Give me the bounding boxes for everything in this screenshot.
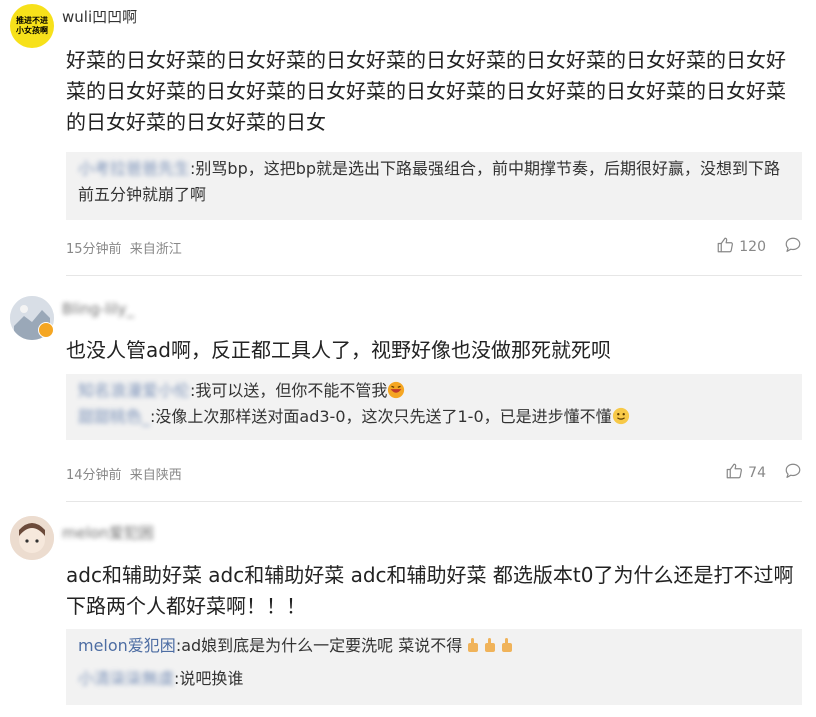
comment-body: 好菜的日女好菜的日女好菜的日女好菜的日女好菜的日女好菜的日女好菜的日女好菜的日女… [66, 48, 786, 134]
reply-text: :没像上次那样送对面ad3-0，这次只先送了1-0，已是进步懂不懂 [150, 407, 612, 426]
reply-username[interactable]: 小考拉爸爸先生 [78, 159, 190, 178]
like-count: 120 [739, 239, 766, 255]
comment-actions: 120 [716, 237, 802, 257]
thumbs-emoji-icon [466, 636, 518, 662]
comment-location: 来自陕西 [129, 468, 182, 483]
comment-username[interactable]: melon爱犯困 [62, 522, 154, 543]
comment-body: adc和辅助好菜 adc和辅助好菜 adc和辅助好菜 都选版本t0了为什么还是打… [66, 563, 794, 618]
reply-item: 小考拉爸爸先生:别骂bp，这把bp就是选出下路最强组合，前中期撑节奏，后期很好赢… [78, 156, 790, 208]
like-button[interactable]: 74 [725, 462, 766, 484]
reply-username[interactable]: 小清柒柒無虞 [78, 669, 174, 688]
reply-item: 小清柒柒無虞:说吧换谁 [78, 666, 790, 692]
reply-username[interactable]: 知名浪漫爱小伦 [78, 381, 190, 400]
reply-item: 知名浪漫爱小伦:我可以送，但你不能不管我 [78, 378, 790, 404]
reply-text: :我可以送，但你不能不管我 [190, 381, 388, 400]
smile-emoji-icon [612, 407, 630, 425]
laughing-emoji-icon [387, 381, 405, 399]
speech-bubble-icon [784, 462, 802, 484]
comment-body: 也没人管ad啊，反正都工具人了，视野好像也没做那死就死呗 [66, 338, 611, 362]
reply-item: melon爱犯困:ad娘到底是为什么一定要洗呢 菜说不得 [78, 633, 790, 662]
thumbs-up-icon [725, 462, 743, 484]
reply-username[interactable]: melon爱犯困 [78, 636, 176, 655]
comment-meta: 15分钟前 来自浙江 [66, 238, 182, 257]
avatar[interactable]: 推进不进 小女孩啊 [10, 4, 54, 48]
verified-badge-icon [38, 322, 54, 338]
thumbs-up-icon [716, 236, 734, 258]
speech-bubble-icon [784, 236, 802, 258]
reply-username[interactable]: 甜甜桃色_ [78, 407, 150, 426]
reply-box: 知名浪漫爱小伦:我可以送，但你不能不管我 甜甜桃色_:没像上次那样送对面ad3-… [66, 374, 802, 440]
reply-text: :ad娘到底是为什么一定要洗呢 菜说不得 [175, 636, 463, 655]
like-button[interactable]: 120 [716, 236, 766, 258]
comment-username[interactable]: Bling-lily_ [62, 300, 134, 318]
reply-button[interactable] [784, 236, 802, 258]
avatar-text-bottom: 小女孩啊 [16, 26, 48, 35]
comment-3: melon爱犯困 adc和辅助好菜 adc和辅助好菜 adc和辅助好菜 都选版本… [0, 502, 816, 717]
reply-text: :说吧换谁 [174, 669, 244, 688]
reply-box: melon爱犯困:ad娘到底是为什么一定要洗呢 菜说不得 小清柒柒無虞:说吧换谁 [66, 629, 802, 705]
reply-item: 甜甜桃色_:没像上次那样送对面ad3-0，这次只先送了1-0，已是进步懂不懂 [78, 404, 790, 430]
comment-meta: 14分钟前 来自陕西 [66, 464, 182, 483]
like-count: 74 [748, 465, 766, 481]
reply-button[interactable] [784, 462, 802, 484]
avatar[interactable] [10, 516, 54, 560]
reply-box: 小考拉爸爸先生:别骂bp，这把bp就是选出下路最强组合，前中期撑节奏，后期很好赢… [66, 152, 802, 220]
comment-1: 推进不进 小女孩啊 wuli凹凹啊 好菜的日女好菜的日女好菜的日女好菜的日女好菜… [0, 0, 816, 276]
comment-actions: 74 [725, 463, 802, 483]
comment-2: Bling-lily_ 也没人管ad啊，反正都工具人了，视野好像也没做那死就死呗… [0, 276, 816, 502]
avatar-text-top: 推进不进 [16, 16, 48, 25]
comment-time: 15分钟前 [66, 242, 122, 257]
comment-username[interactable]: wuli凹凹啊 [62, 6, 137, 27]
comment-location: 来自浙江 [129, 242, 182, 257]
comment-time: 14分钟前 [66, 468, 122, 483]
